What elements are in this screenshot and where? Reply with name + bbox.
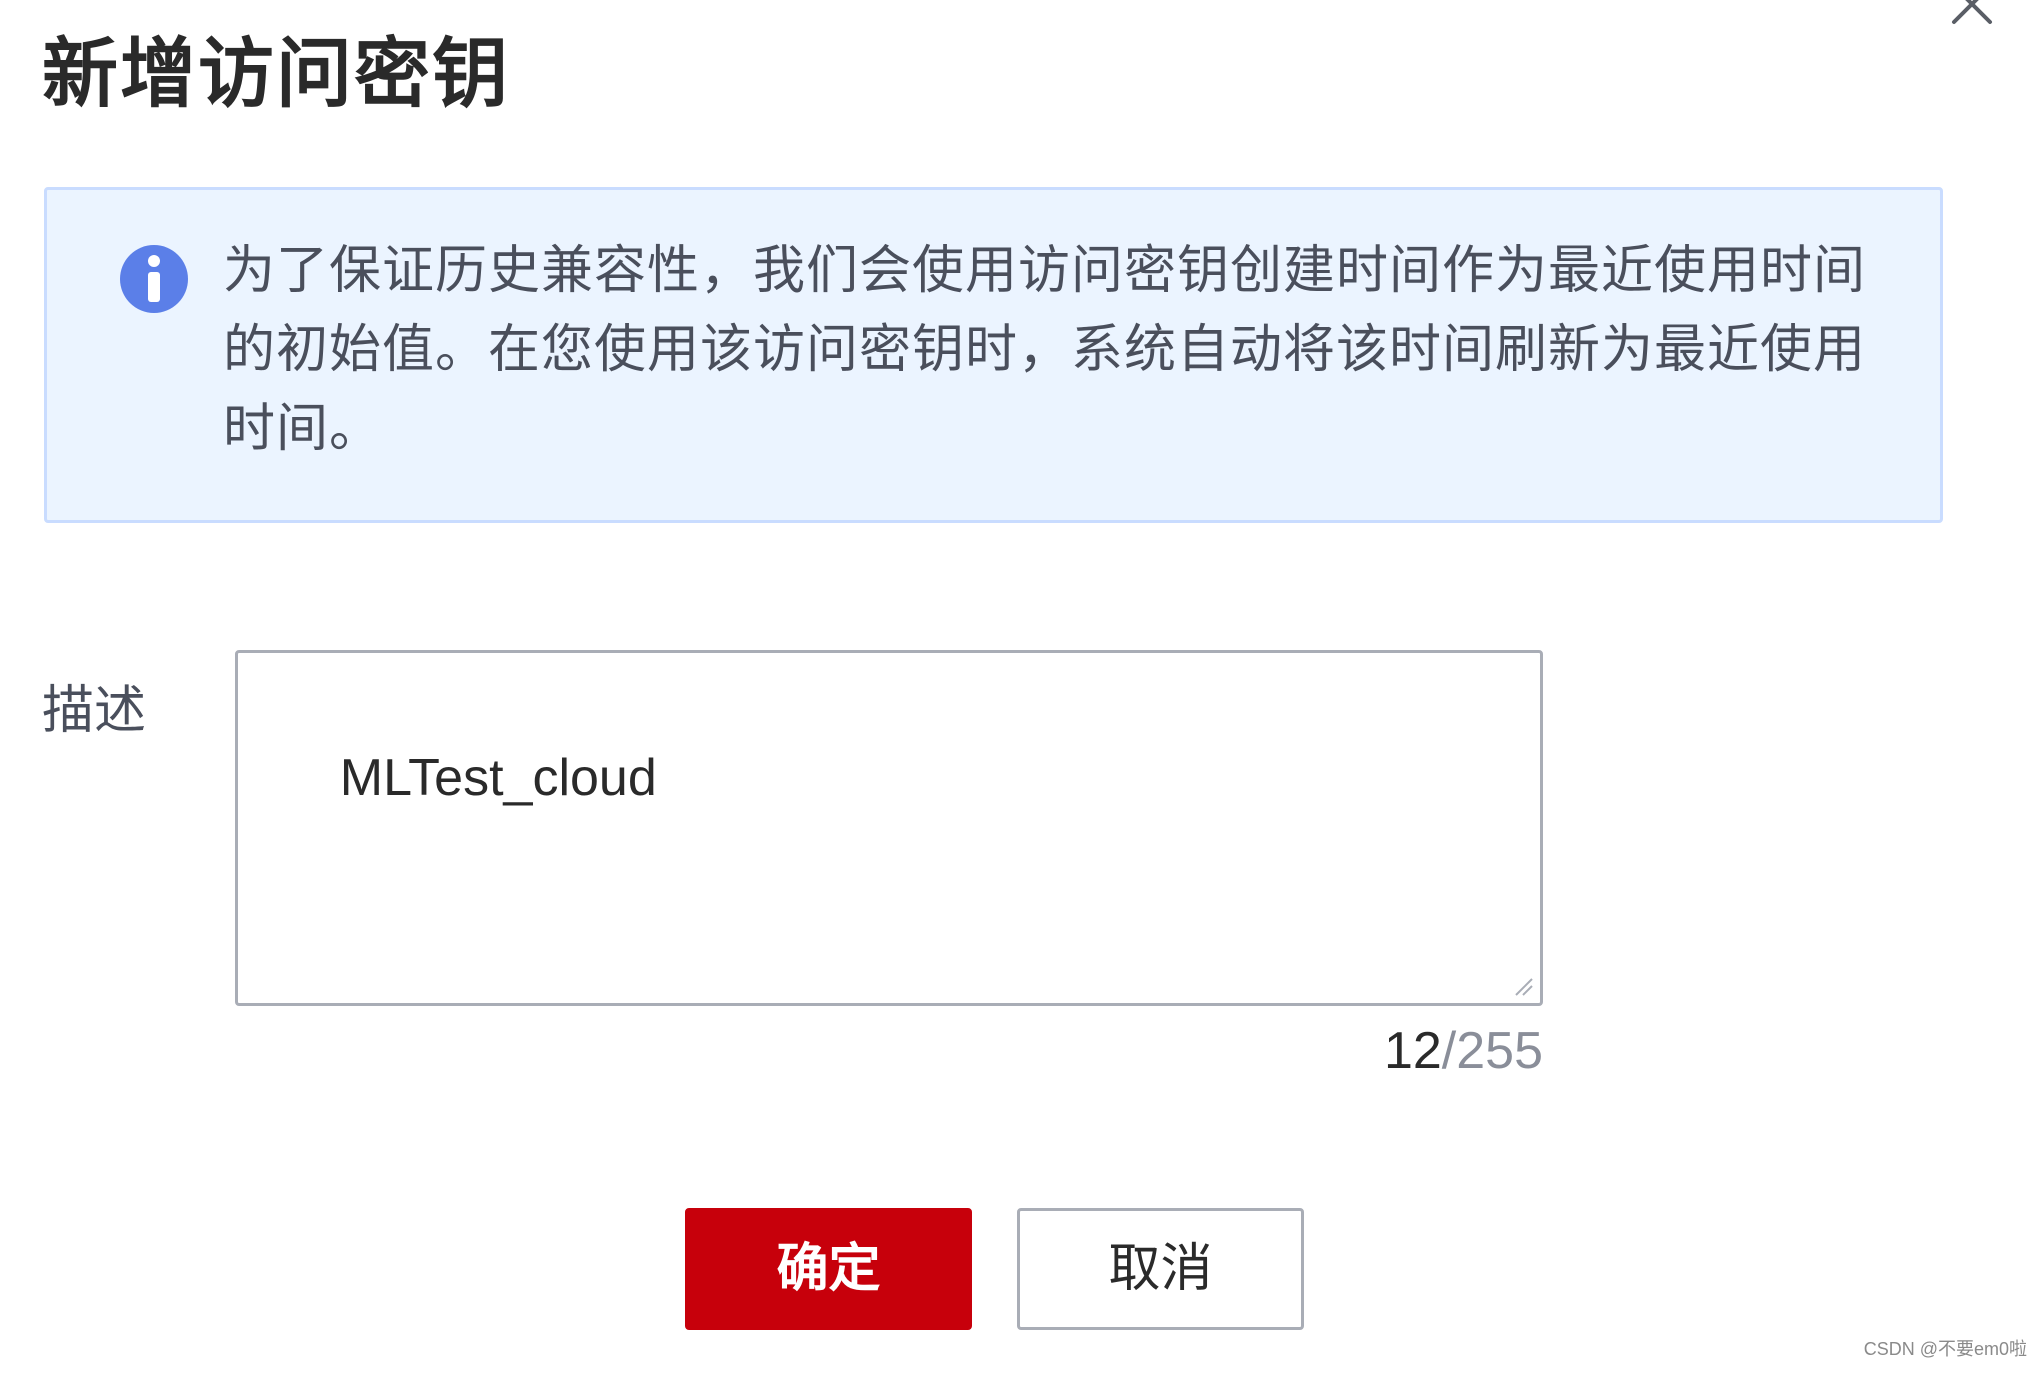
cancel-button[interactable]: 取消 [1017,1208,1304,1330]
watermark: CSDN @不要em0啦 [1863,1339,2027,1359]
add-access-key-dialog: 新增访问密钥 为了保证历史兼容性，我们会使用访问密钥创建时间作为最近使用时间的初… [0,0,2035,1373]
close-icon [1952,0,1992,24]
close-button[interactable] [1948,0,1996,30]
description-textarea[interactable]: MLTest_cloud [235,650,1543,1006]
character-counter: 12/255 [1300,1018,1543,1084]
character-count-max: /255 [1441,1022,1543,1080]
dialog-title: 新增访问密钥 [42,29,510,118]
resize-handle-icon[interactable] [1512,975,1534,997]
info-message: 为了保证历史兼容性，我们会使用访问密钥创建时间作为最近使用时间的初始值。在您使用… [223,241,1867,459]
info-icon [120,245,188,313]
character-count-current: 12 [1383,1022,1442,1080]
confirm-button[interactable]: 确定 [685,1208,972,1330]
description-value: MLTest_cloud [339,749,657,807]
info-alert: 为了保证历史兼容性，我们会使用访问密钥创建时间作为最近使用时间的初始值。在您使用… [44,187,1943,523]
description-label: 描述 [42,681,147,741]
